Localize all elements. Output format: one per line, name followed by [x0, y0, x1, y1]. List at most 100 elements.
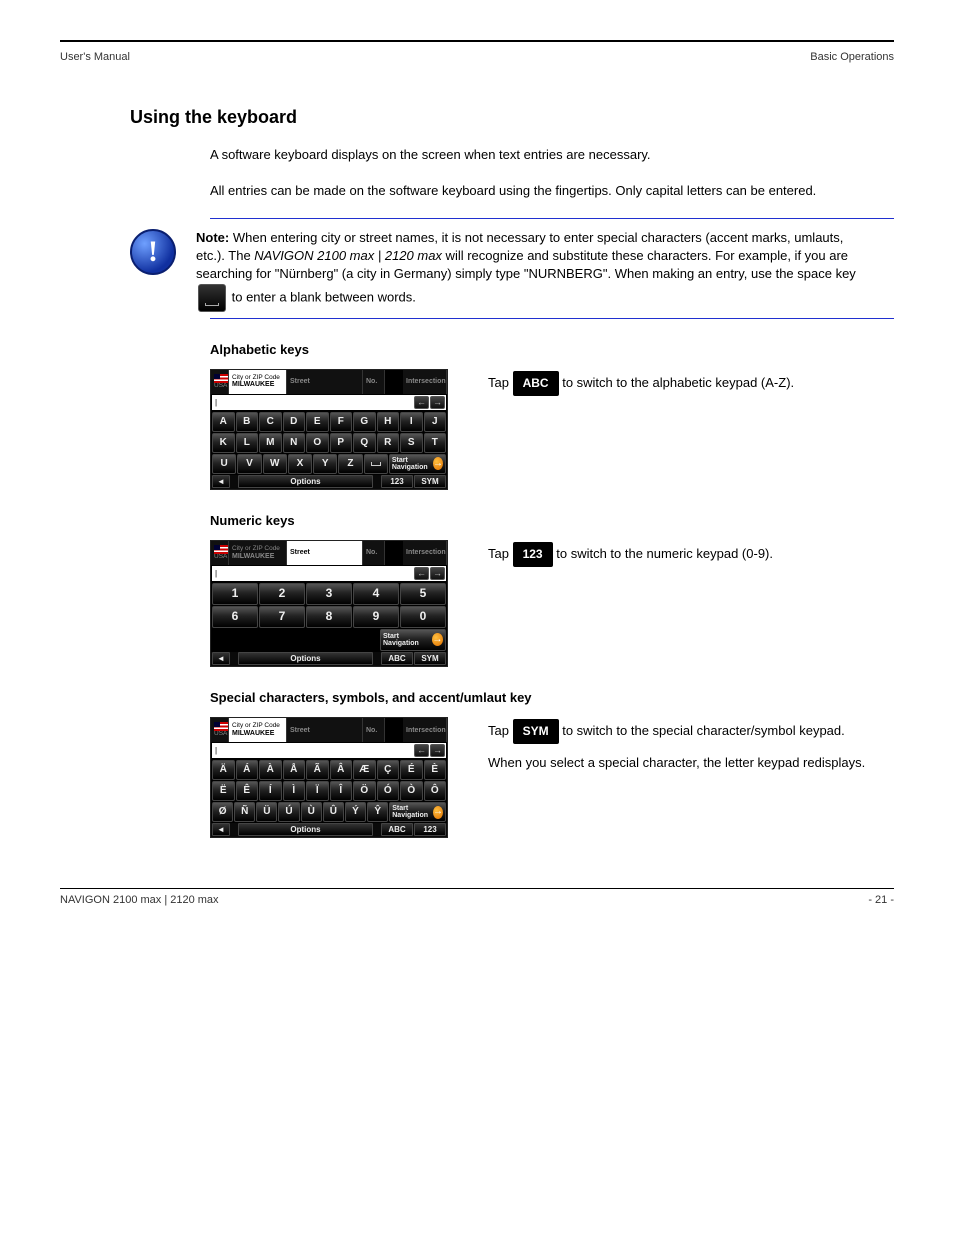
key-Í[interactable]: Í: [259, 781, 282, 801]
city-tab[interactable]: City or ZIP Code MILWAUKEE: [229, 370, 287, 394]
mode-sym-button[interactable]: SYM: [414, 475, 446, 488]
key-5[interactable]: 5: [400, 583, 446, 605]
key-Û[interactable]: Û: [323, 802, 344, 822]
input-back-icon[interactable]: ←: [414, 396, 429, 409]
key-Ø[interactable]: Ø: [212, 802, 233, 822]
key-7[interactable]: 7: [259, 606, 305, 628]
key-Á[interactable]: Á: [236, 760, 259, 780]
key-Ì[interactable]: Ì: [283, 781, 306, 801]
key-9[interactable]: 9: [353, 606, 399, 628]
back-button[interactable]: ◄: [212, 652, 230, 665]
mode-abc-button[interactable]: ABC: [381, 823, 413, 836]
key-Ò[interactable]: Ò: [400, 781, 423, 801]
intersection-tab[interactable]: Intersection: [403, 541, 447, 565]
key-Ý[interactable]: Ý: [345, 802, 366, 822]
key-Z[interactable]: Z: [338, 454, 362, 474]
key-Â[interactable]: Â: [330, 760, 353, 780]
key-V[interactable]: V: [237, 454, 261, 474]
key-F[interactable]: F: [330, 412, 353, 432]
key-Ê[interactable]: Ê: [236, 781, 259, 801]
key-2[interactable]: 2: [259, 583, 305, 605]
key-D[interactable]: D: [283, 412, 306, 432]
options-button[interactable]: Options: [238, 475, 373, 488]
num-key-button[interactable]: 123: [513, 542, 553, 567]
key-Ë[interactable]: Ë: [212, 781, 235, 801]
key-R[interactable]: R: [377, 433, 400, 453]
key-8[interactable]: 8: [306, 606, 352, 628]
mode-123-button[interactable]: 123: [414, 823, 446, 836]
start-navigation-button[interactable]: Start Navigation→: [389, 802, 446, 822]
mode-sym-button[interactable]: SYM: [414, 652, 446, 665]
key-Ã[interactable]: Ã: [306, 760, 329, 780]
street-tab[interactable]: Street: [287, 718, 363, 742]
key-M[interactable]: M: [259, 433, 282, 453]
text-input[interactable]: |: [212, 397, 414, 408]
key-J[interactable]: J: [424, 412, 447, 432]
key-Ä[interactable]: Ä: [212, 760, 235, 780]
key-X[interactable]: X: [288, 454, 312, 474]
space-key[interactable]: [364, 454, 388, 474]
key-À[interactable]: À: [259, 760, 282, 780]
key-Ñ[interactable]: Ñ: [234, 802, 255, 822]
mode-123-button[interactable]: 123: [381, 475, 413, 488]
key-C[interactable]: C: [259, 412, 282, 432]
key-L[interactable]: L: [236, 433, 259, 453]
country-tab[interactable]: USA: [211, 718, 229, 742]
key-I[interactable]: I: [400, 412, 423, 432]
key-Ú[interactable]: Ú: [278, 802, 299, 822]
key-A[interactable]: A: [212, 412, 235, 432]
key-Ô[interactable]: Ô: [424, 781, 447, 801]
key-Ù[interactable]: Ù: [301, 802, 322, 822]
key-Y[interactable]: Y: [313, 454, 337, 474]
text-input[interactable]: |: [212, 568, 414, 579]
key-Ö[interactable]: Ö: [353, 781, 376, 801]
abc-key-button[interactable]: ABC: [513, 371, 559, 396]
key-Ü[interactable]: Ü: [256, 802, 277, 822]
key-H[interactable]: H: [377, 412, 400, 432]
input-back-icon[interactable]: ←: [414, 567, 429, 580]
key-G[interactable]: G: [353, 412, 376, 432]
options-button[interactable]: Options: [238, 652, 373, 665]
city-tab[interactable]: City or ZIP Code MILWAUKEE: [229, 541, 287, 565]
input-fwd-icon[interactable]: →: [430, 744, 445, 757]
intersection-tab[interactable]: Intersection: [403, 718, 447, 742]
key-0[interactable]: 0: [400, 606, 446, 628]
key-U[interactable]: U: [212, 454, 236, 474]
key-W[interactable]: W: [263, 454, 287, 474]
key-B[interactable]: B: [236, 412, 259, 432]
text-input[interactable]: |: [212, 745, 414, 756]
key-Ç[interactable]: Ç: [377, 760, 400, 780]
key-Ó[interactable]: Ó: [377, 781, 400, 801]
key-4[interactable]: 4: [353, 583, 399, 605]
country-tab[interactable]: USA: [211, 541, 229, 565]
key-K[interactable]: K: [212, 433, 235, 453]
key-È[interactable]: È: [424, 760, 447, 780]
key-Ï[interactable]: Ï: [306, 781, 329, 801]
no-tab[interactable]: No.: [363, 718, 385, 742]
key-Æ[interactable]: Æ: [353, 760, 376, 780]
no-tab[interactable]: No.: [363, 541, 385, 565]
key-Q[interactable]: Q: [353, 433, 376, 453]
key-Î[interactable]: Î: [330, 781, 353, 801]
key-1[interactable]: 1: [212, 583, 258, 605]
key-Ŷ[interactable]: Ŷ: [367, 802, 388, 822]
start-navigation-button[interactable]: Start Navigation→: [380, 629, 446, 651]
intersection-tab[interactable]: Intersection: [403, 370, 447, 394]
city-tab[interactable]: City or ZIP Code MILWAUKEE: [229, 718, 287, 742]
country-tab[interactable]: USA: [211, 370, 229, 394]
start-navigation-button[interactable]: Start Navigation→: [389, 454, 446, 474]
key-P[interactable]: P: [330, 433, 353, 453]
input-fwd-icon[interactable]: →: [430, 396, 445, 409]
key-T[interactable]: T: [424, 433, 447, 453]
street-tab[interactable]: Street: [287, 370, 363, 394]
input-fwd-icon[interactable]: →: [430, 567, 445, 580]
back-button[interactable]: ◄: [212, 823, 230, 836]
options-button[interactable]: Options: [238, 823, 373, 836]
key-Å[interactable]: Å: [283, 760, 306, 780]
key-E[interactable]: E: [306, 412, 329, 432]
input-back-icon[interactable]: ←: [414, 744, 429, 757]
key-É[interactable]: É: [400, 760, 423, 780]
back-button[interactable]: ◄: [212, 475, 230, 488]
key-S[interactable]: S: [400, 433, 423, 453]
key-3[interactable]: 3: [306, 583, 352, 605]
